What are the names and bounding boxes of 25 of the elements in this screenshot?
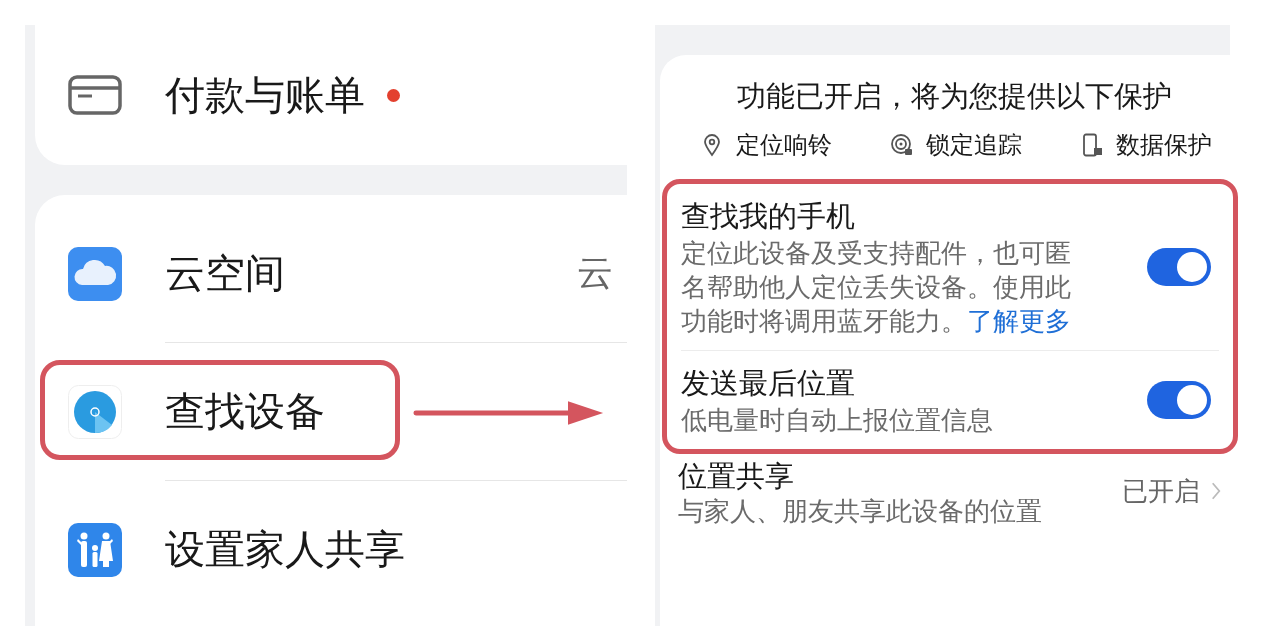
menu-item-label[interactable]: 设置家人共享 [165,522,405,577]
learn-more-link[interactable]: 了解更多 [967,306,1071,336]
status-heading: 功能已开启，将为您提供以下保护 [735,78,1173,115]
menu-item-label[interactable]: 付款与账单 [165,67,365,123]
feature-label: 锁定追踪 [926,130,1022,161]
radar-icon[interactable] [68,384,122,439]
menu-item-label[interactable]: 云空间 [165,246,285,301]
feature-label: 数据保护 [1116,130,1212,161]
radar-lock-icon [890,133,914,157]
toggle-switch[interactable] [1147,248,1211,286]
setting-title: 发送最后位置 [681,365,856,402]
setting-description: 定位此设备及受支持配件，也可匿名帮助他人定位丢失设备。使用此功能时将调用蓝牙能力。了解更多 [681,237,1072,338]
family-icon[interactable] [68,522,122,577]
menu-item-value: 云 [577,251,613,295]
chevron-right-icon[interactable] [1210,480,1222,502]
setting-value: 已开启 [1122,474,1200,508]
cloud-icon[interactable] [68,246,122,301]
toggle-switch[interactable] [1147,381,1211,419]
setting-description: 与家人、朋友共享此设备的位置 [678,496,1043,526]
menu-item-label[interactable]: 查找设备 [165,384,325,439]
setting-description: 低电量时自动上报位置信息 [681,404,994,437]
feature-label: 定位响铃 [736,130,832,161]
setting-title: 查找我的手机 [681,198,856,235]
setting-title[interactable]: 位置共享 [678,456,1122,496]
phone-brush-icon [1080,133,1104,157]
